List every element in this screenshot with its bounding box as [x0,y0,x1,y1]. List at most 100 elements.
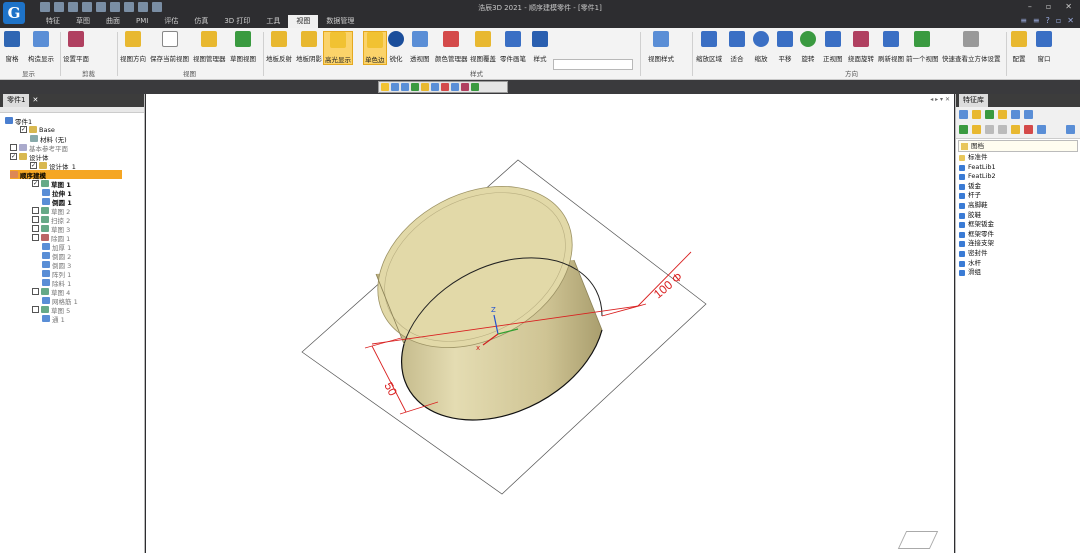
window-button[interactable]: 窗口 [1036,31,1052,63]
add-icon[interactable] [959,125,968,134]
sharpen-button[interactable]: 锐化 [388,31,404,63]
restore-icon[interactable]: ▫ [1056,16,1061,25]
zoom-button[interactable]: 缩放 [753,31,769,63]
minimize-icon[interactable]: – [1028,2,1032,11]
quick-view-cube-button[interactable]: 快速查看立方体设置 [942,31,1001,63]
front-view-button[interactable]: 正视图 [823,31,843,63]
tab-part1[interactable]: 零件1 [3,94,30,107]
tab-data-management[interactable]: 数据管理 [318,15,362,28]
library-item[interactable]: 密封件 [956,249,1080,259]
visibility-checkbox[interactable] [32,207,39,214]
part-painter-button[interactable]: 零件画笔 [500,31,526,63]
library-tool-icon-5[interactable] [1011,110,1020,119]
view-orientation-button[interactable]: 视图方向 [120,31,146,63]
tab-view[interactable]: 视图 [288,15,319,28]
visibility-checkbox[interactable]: ✓ [10,153,17,160]
tab-pmi[interactable]: PMI [128,15,156,28]
pan-button[interactable]: 平移 [777,31,793,63]
tab-surface[interactable]: 曲面 [98,15,128,28]
library-item[interactable]: 框架钣金 [956,220,1080,230]
zoom-area-button[interactable]: 缩放区域 [696,31,722,63]
tree-node-vent1[interactable]: 通 1 [42,314,65,324]
sketch-view-button[interactable]: 草图视图 [230,31,256,63]
view-manager-button[interactable]: 视图管理器 [193,31,226,63]
layout2-icon[interactable]: ≡ [1033,16,1040,25]
filter-icon-10[interactable] [471,83,479,91]
tree-node-design-body[interactable]: ✓ 设计体 [10,152,49,162]
visibility-checkbox[interactable]: ✓ [20,126,27,133]
library-tool-icon-2[interactable] [972,110,981,119]
library-item[interactable]: 连接支架 [956,239,1080,249]
visibility-checkbox[interactable] [10,144,17,151]
length-dimension-line[interactable] [371,345,407,413]
floor-reflection-button[interactable]: 地板反射 [266,31,292,63]
style-button[interactable]: 样式 [532,31,548,63]
perspective-button[interactable]: 透视图 [410,31,430,63]
library-item[interactable]: FeatLib1 [956,163,1080,173]
set-plane-button[interactable]: 设置平面 [63,31,89,63]
tab-sketch[interactable]: 草图 [68,15,98,28]
filter-icon-7[interactable] [441,83,449,91]
mono-edge-button[interactable]: 单色边 [363,31,387,65]
folder-icon[interactable] [972,125,981,134]
library-location-select[interactable]: 图档 [958,140,1078,152]
configuration-button[interactable]: 配置 [1011,31,1027,63]
color-manager-button[interactable]: 颜色管理器 [435,31,468,63]
visibility-checkbox[interactable] [32,306,39,313]
construction-display-button[interactable]: 构造显示 [28,31,54,63]
highlight-render-button[interactable]: 高光显示 [323,31,353,65]
rotate-button[interactable]: 旋转 [800,31,816,63]
library-item[interactable]: 钣金 [956,182,1080,192]
tab-tools[interactable]: 工具 [258,15,288,28]
library-tool-icon-1[interactable] [959,110,968,119]
library-item[interactable]: 杆子 [956,191,1080,201]
floor-shadow-button[interactable]: 地板阴影 [296,31,322,63]
filter-icon-8[interactable] [451,83,459,91]
view-overlay-button[interactable]: 视图覆盖 [470,31,496,63]
layout-icon[interactable]: ≡ [1020,16,1027,25]
view-mode-icon[interactable] [1037,125,1046,134]
filter-icon-3[interactable] [401,83,409,91]
library-item[interactable]: 框架零件 [956,230,1080,240]
delete-tool-icon[interactable] [1024,125,1033,134]
filter-icon-4[interactable] [411,83,419,91]
rotate-about-face-button[interactable]: 绕面旋转 [848,31,874,63]
library-tool-icon-6[interactable] [1024,110,1033,119]
tree-node-part[interactable]: 零件1 [5,116,32,126]
close-icon[interactable]: ✕ [1065,2,1072,11]
tab-feature-library[interactable]: 特征库 [959,94,988,107]
library-item[interactable]: 标准件 [956,153,1080,163]
tab-close-icon[interactable]: ✕ [32,94,38,107]
visibility-checkbox[interactable]: ✓ [32,180,39,187]
visibility-checkbox[interactable] [32,234,39,241]
search-icon[interactable] [1066,125,1075,134]
view-style-button[interactable]: 视图样式 [648,31,674,63]
refresh-view-button[interactable]: 刷新视图 [878,31,904,63]
doc-close-icon[interactable]: ✕ [1067,16,1074,25]
filter-icon-9[interactable] [461,83,469,91]
previous-view-button[interactable]: 前一个视图 [906,31,939,63]
visibility-checkbox[interactable] [32,225,39,232]
copy-tool-icon[interactable] [998,125,1007,134]
save-view-button[interactable]: 保存当前视图 [150,31,189,63]
cut-tool-icon[interactable] [985,125,994,134]
visibility-checkbox[interactable]: ✓ [30,162,37,169]
tab-3d-print[interactable]: 3D 打印 [216,15,258,28]
diameter-label[interactable]: 100 Φ [651,269,685,301]
library-item[interactable]: 胶鞋 [956,211,1080,221]
library-item[interactable]: FeatLib2 [956,172,1080,182]
pane-button[interactable]: 窗格 [4,31,20,63]
paste-tool-icon[interactable] [1011,125,1020,134]
library-item[interactable]: 高脚鞋 [956,201,1080,211]
library-tool-icon-4[interactable] [998,110,1007,119]
library-tool-icon-3[interactable] [985,110,994,119]
library-item[interactable]: 滑组 [956,268,1080,278]
filter-icon-2[interactable] [391,83,399,91]
tab-simulation[interactable]: 仿真 [186,15,216,28]
help-icon[interactable]: ? [1046,16,1050,25]
style-select[interactable] [553,59,633,70]
visibility-checkbox[interactable] [32,288,39,295]
tab-features[interactable]: 特征 [38,15,68,28]
filter-icon-6[interactable] [431,83,439,91]
fit-button[interactable]: 适合 [729,31,745,63]
